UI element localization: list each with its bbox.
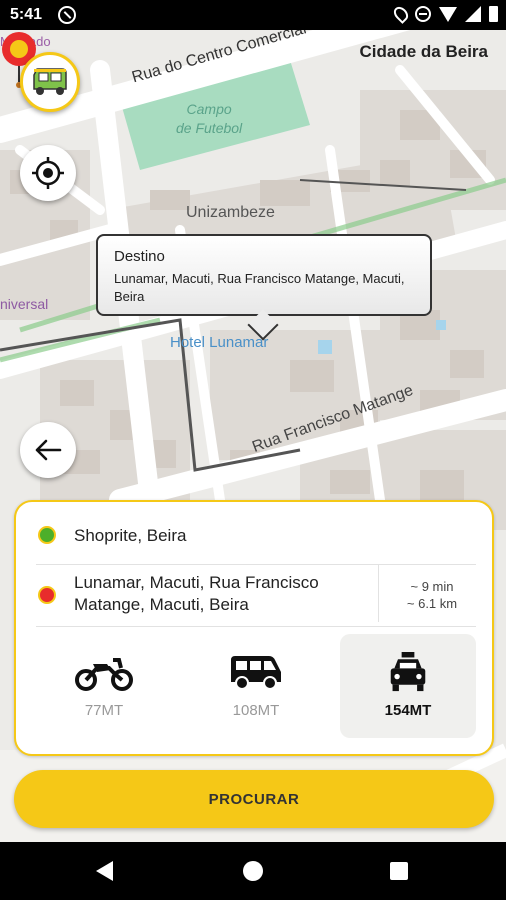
location-icon [391,4,411,24]
search-button-label: PROCURAR [208,790,300,808]
sync-icon [58,6,76,24]
motorcycle-icon [75,658,133,691]
wifi-icon [439,6,457,22]
vehicle-option-motorcycle[interactable]: 77MT [36,634,172,738]
vehicle-option-taxi[interactable]: 154MT [340,634,476,738]
divider [36,564,476,565]
nav-home-icon[interactable] [243,861,263,881]
back-button[interactable] [20,422,76,478]
nav-back-icon[interactable] [96,861,113,881]
map-label-unizambeze: Unizambeze [186,204,275,221]
destination-tooltip[interactable]: Destino Lunamar, Macuti, Rua Francisco M… [96,234,432,316]
status-bar: 5:41 [0,0,506,30]
map-label-hotel: Hotel Lunamar [170,334,269,351]
battery-icon [489,6,498,22]
arrow-left-icon [35,439,62,461]
vehicle-price-taxi: 154MT [384,702,432,719]
map-label-city: Cidade da Beira [359,42,489,61]
status-icons [391,4,498,24]
van-icon [231,656,281,690]
trip-card: Shoprite, Beira Lunamar, Macuti, Rua Fra… [14,500,494,756]
system-nav-bar [0,842,506,900]
vehicle-option-van[interactable]: 108MT [188,634,324,738]
do-not-disturb-icon [415,6,431,22]
map-label-universal: niversal [0,296,49,312]
taxi-icon [390,652,426,692]
tuk-tuk-icon [33,68,67,95]
divider [36,626,476,627]
crosshair-icon [32,157,64,189]
signal-icon [465,6,481,22]
search-button[interactable]: PROCURAR [14,770,494,828]
status-time: 5:41 [10,6,43,23]
destination-text: Lunamar, Macuti, Rua Francisco Matange, … [74,573,319,614]
nav-recents-icon[interactable] [390,862,408,880]
map-label-campo: Campo de Futebol [176,100,242,138]
vehicle-price-van: 108MT [232,702,280,719]
origin-text: Shoprite, Beira [74,526,187,545]
eta-distance: ~ 6.1 km [406,596,458,611]
map-label-campo-line1: Campo [186,101,232,117]
origin-dot-icon [38,526,56,544]
tooltip-title: Destino [114,248,165,265]
eta-info: ~ 9 min ~ 6.1 km [384,578,480,612]
my-location-button[interactable] [20,145,76,201]
vehicle-price-motorcycle: 77MT [84,702,124,719]
tuk-tuk-button[interactable] [20,52,80,112]
divider-vertical [378,564,379,622]
eta-time: ~ 9 min [410,579,454,594]
tooltip-address: Lunamar, Macuti, Rua Francisco Matange, … [114,271,405,304]
map-label-campo-line2: de Futebol [176,120,243,136]
destination-dot-icon [38,586,56,604]
